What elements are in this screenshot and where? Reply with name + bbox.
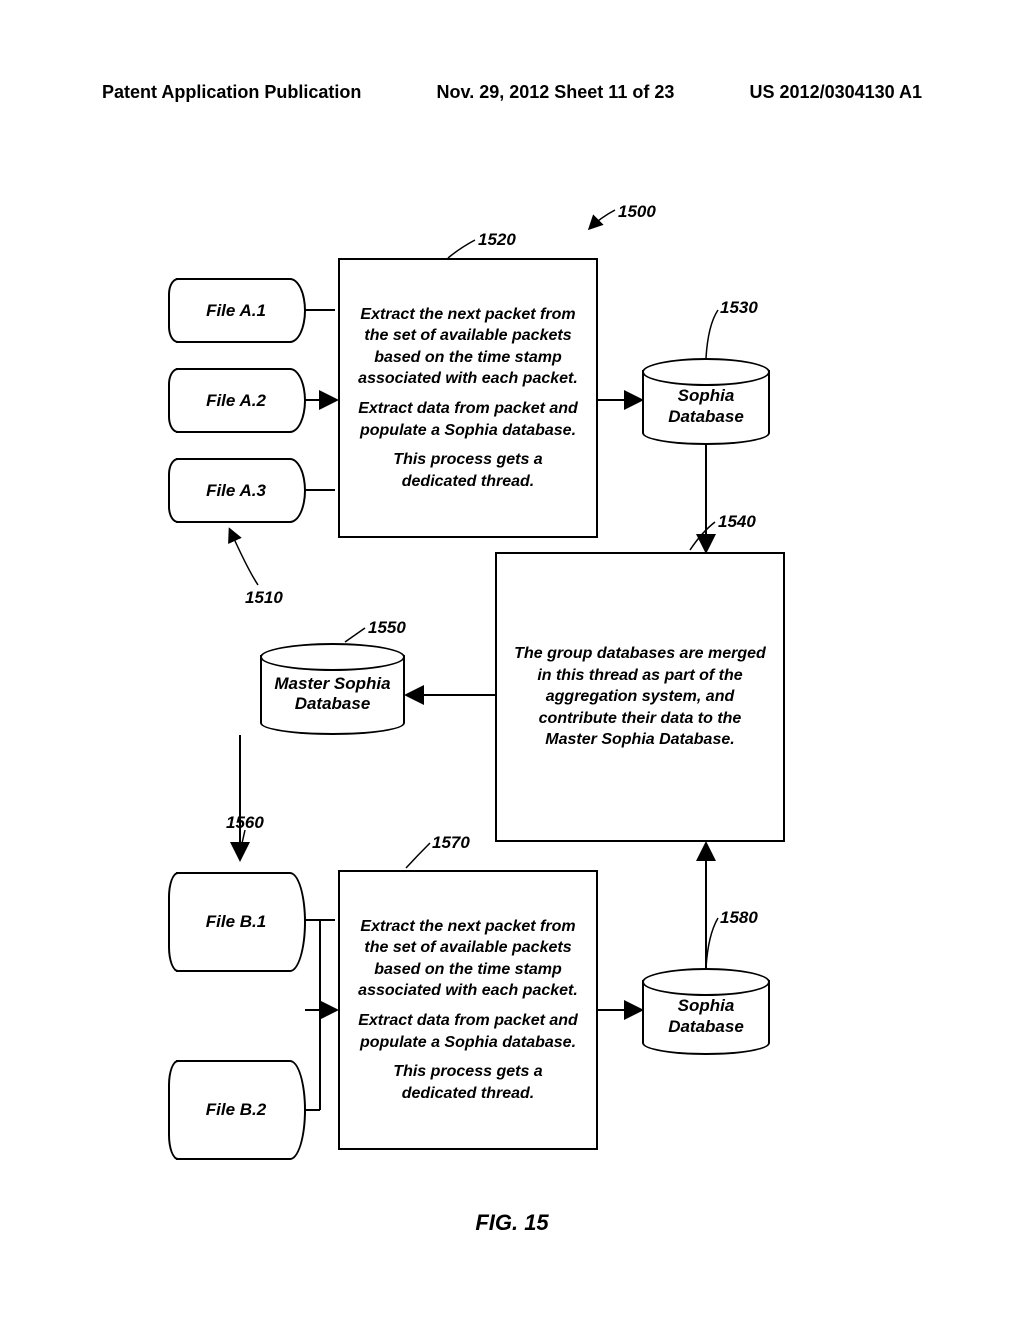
header-right: US 2012/0304130 A1 (750, 82, 922, 103)
header-center: Nov. 29, 2012 Sheet 11 of 23 (437, 82, 675, 103)
diagram-canvas: File A.1 File A.2 File A.3 Extract the n… (0, 110, 1024, 1210)
figure-label: FIG. 15 (0, 1210, 1024, 1236)
header-left: Patent Application Publication (102, 82, 361, 103)
page-header: Patent Application Publication Nov. 29, … (102, 82, 922, 103)
diagram-arrows (0, 110, 1024, 1210)
